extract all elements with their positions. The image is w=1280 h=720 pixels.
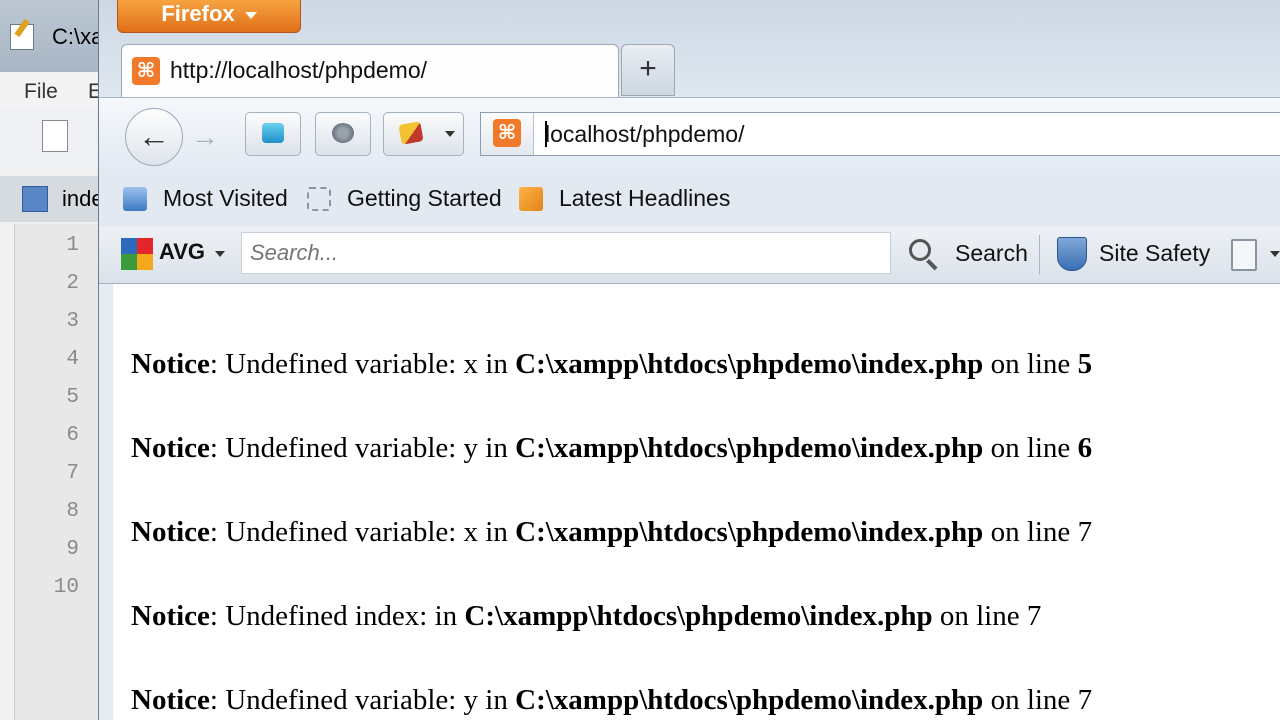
line-number: 10	[53, 576, 79, 599]
getting-started-icon	[307, 187, 331, 211]
line-number: 6	[66, 424, 79, 447]
search-icon[interactable]	[909, 239, 931, 261]
navigation-toolbar: ← → ⌘ localhost/phpdemo/	[99, 97, 1280, 170]
url-text[interactable]: localhost/phpdemo/	[545, 121, 744, 148]
back-button[interactable]: ←	[125, 108, 183, 166]
xampp-favicon-icon: ⌘	[132, 57, 160, 85]
url-bar[interactable]: ⌘ localhost/phpdemo/	[480, 112, 1280, 156]
toolbar-share-button[interactable]	[315, 112, 371, 156]
firefox-window: Firefox ⌘ http://localhost/phpdemo/ + ← …	[98, 0, 1280, 720]
bookmark-getting-started[interactable]: Getting Started	[347, 185, 502, 212]
line-number: 4	[66, 348, 79, 371]
php-notice: Notice: Undefined index: in C:\xampp\htd…	[131, 600, 1042, 632]
toolbar-addon-button[interactable]	[245, 112, 301, 156]
avg-search-button[interactable]: Search	[955, 240, 1028, 267]
bookmarks-toolbar: Most Visited Getting Started Latest Head…	[99, 169, 1280, 227]
line-number: 7	[66, 462, 79, 485]
avg-logo-text[interactable]: AVG	[159, 239, 205, 265]
chevron-down-icon[interactable]	[1270, 251, 1280, 257]
firefox-menu-button[interactable]: Firefox	[117, 0, 301, 33]
xampp-favicon-icon: ⌘	[493, 119, 521, 147]
chevron-down-icon[interactable]	[215, 251, 225, 257]
new-tab-button[interactable]: +	[621, 44, 675, 96]
php-notice: Notice: Undefined variable: y in C:\xamp…	[131, 432, 1093, 464]
editor-window: C:\xa File E inde 1 2 3 4 5 6 7 8 9 10	[0, 0, 113, 720]
forward-button[interactable]: →	[185, 118, 225, 156]
line-number: 3	[66, 310, 79, 333]
tab-title: http://localhost/phpdemo/	[170, 57, 427, 83]
bookmark-most-visited[interactable]: Most Visited	[163, 185, 288, 212]
avg-toolbar: AVG Search Site Safety	[99, 227, 1280, 284]
chevron-down-icon	[244, 11, 257, 19]
site-safety-button[interactable]: Site Safety	[1099, 240, 1210, 267]
addon-icon	[262, 123, 284, 143]
avg-logo-icon[interactable]	[121, 238, 153, 270]
line-number: 9	[66, 538, 79, 561]
line-number-gutter: 1 2 3 4 5 6 7 8 9 10	[14, 224, 101, 720]
site-identity-button[interactable]: ⌘	[481, 113, 534, 155]
page-content: Notice: Undefined variable: x in C:\xamp…	[113, 284, 1280, 720]
new-file-icon[interactable]	[42, 120, 68, 152]
line-number: 8	[66, 500, 79, 523]
php-notice: Notice: Undefined variable: x in C:\xamp…	[131, 516, 1093, 548]
php-notice: Notice: Undefined variable: x in C:\xamp…	[131, 348, 1093, 380]
line-number: 1	[66, 234, 79, 257]
shield-icon[interactable]	[1057, 237, 1087, 271]
bookmark-latest-headlines[interactable]: Latest Headlines	[559, 185, 730, 212]
php-notice: Notice: Undefined variable: y in C:\xamp…	[131, 684, 1093, 716]
text-cursor	[545, 121, 547, 147]
edit-dropdown-button[interactable]	[437, 112, 464, 156]
rss-icon	[519, 187, 543, 211]
editor-title: C:\xa	[52, 24, 104, 49]
editor-title-bar: C:\xa	[0, 0, 112, 72]
editor-menu-bar: File E	[0, 72, 112, 108]
tab-localhost[interactable]: ⌘ http://localhost/phpdemo/	[121, 44, 619, 99]
save-icon	[22, 186, 48, 212]
pencil-icon	[398, 121, 424, 145]
toolbar-edit-button[interactable]	[383, 112, 439, 156]
notepad-icon	[10, 24, 34, 50]
menu-file[interactable]: File	[24, 80, 58, 104]
toolbar-divider	[1039, 235, 1040, 275]
line-number: 2	[66, 272, 79, 295]
avg-search-input[interactable]	[241, 232, 891, 274]
share-icon	[332, 123, 354, 143]
trash-icon[interactable]	[1231, 239, 1257, 271]
line-number: 5	[66, 386, 79, 409]
most-visited-icon	[123, 187, 147, 211]
firefox-button-label: Firefox	[161, 1, 235, 26]
